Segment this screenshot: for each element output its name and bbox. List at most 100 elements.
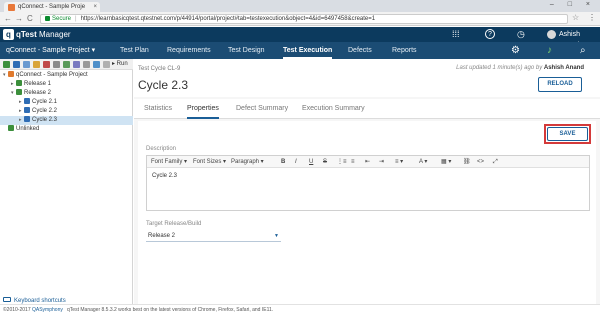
tree-node-label: Unlinked [16, 126, 40, 132]
paragraph-select[interactable]: Paragraph ▾ [231, 156, 264, 168]
qtest-favicon-icon [8, 4, 15, 11]
import-icon[interactable] [73, 61, 80, 68]
outdent-icon[interactable]: ⇤ [365, 156, 370, 168]
close-tab-icon[interactable]: × [93, 2, 97, 12]
tree-node-icon [24, 116, 30, 122]
font-sizes-select[interactable]: Font Sizes ▾ [193, 156, 226, 168]
font-family-select[interactable]: Font Family ▾ [151, 156, 187, 168]
tab-execution-summary[interactable]: Execution Summary [302, 99, 365, 119]
keyboard-shortcuts-link[interactable]: Keyboard shortcuts [3, 297, 66, 304]
strikethrough-button[interactable]: S [323, 156, 327, 168]
breadcrumb: Test Cycle CL-9 [138, 66, 181, 72]
reload-button[interactable]: RELOAD [538, 77, 582, 92]
paste-icon[interactable] [63, 61, 70, 68]
tab-defect-summary[interactable]: Defect Summary [236, 99, 288, 119]
tab-properties[interactable]: Properties [187, 99, 219, 119]
app-header: qqTest Manager ⁞⁞⁞ ? ◷ Ashish Anand [0, 27, 600, 49]
search-icon[interactable]: ⌕ [580, 44, 586, 57]
description-label: Description [146, 146, 177, 152]
gear-icon[interactable]: ⚙ [511, 44, 520, 57]
italic-button[interactable]: I [295, 156, 297, 168]
tree-node[interactable]: ▾ Release 2 [0, 89, 133, 98]
browser-tab[interactable]: qConnect - Sample Proje × [4, 2, 100, 12]
browser-tab-title: qConnect - Sample Proje [18, 4, 86, 10]
nav-test-execution[interactable]: Test Execution [283, 42, 333, 59]
footer-company-link[interactable]: QASymphony [32, 307, 63, 313]
qtest-logo[interactable]: q qTest Manager [3, 29, 71, 40]
last-updated-user[interactable]: Ashish Anand [544, 65, 584, 71]
bookmark-star-icon[interactable]: ☆ [572, 13, 579, 22]
browser-menu-icon[interactable]: ⋮ [588, 13, 596, 22]
forward-icon[interactable]: → [15, 14, 23, 24]
more-icon[interactable] [103, 61, 110, 68]
test-execution-tree-panel: ▸ Run ▾ qConnect - Sample Project ▸ Release… [0, 59, 133, 304]
save-button[interactable]: SAVE [547, 127, 588, 141]
notification-bell-icon[interactable]: ♪ [547, 44, 552, 57]
last-updated-text: Last updated 1 minute(s) ago by Ashish A… [456, 65, 584, 71]
help-icon[interactable]: ? [485, 29, 495, 39]
tree: ▾ qConnect - Sample Project ▸ Release 1 ▾ Rel… [0, 71, 133, 134]
table-icon[interactable]: ▦ ▾ [441, 156, 451, 168]
main-panel: Test Cycle CL-9 Cycle 2.3 Last updated 1… [134, 59, 600, 304]
code-view-icon[interactable]: <> [477, 156, 484, 168]
properties-form: SAVE Description Font Family ▾ Font Size… [138, 121, 596, 304]
tab-statistics[interactable]: Statistics [144, 99, 172, 119]
bullet-list-icon[interactable]: ≡ [351, 156, 355, 168]
new-release-icon[interactable] [3, 61, 10, 68]
text-color-icon[interactable]: A ▾ [419, 156, 427, 168]
underline-button[interactable]: U [309, 156, 313, 168]
filter-icon[interactable] [83, 61, 90, 68]
qtest-logo-icon: q [3, 29, 14, 40]
new-cycle-icon[interactable] [13, 61, 20, 68]
footer-browser-note: qTest Manager 8.5.3.2 works best on the … [67, 307, 274, 313]
apps-grid-icon[interactable]: ⁞⁞⁞ [452, 29, 460, 40]
avatar[interactable] [547, 30, 556, 39]
target-release-select[interactable]: Release 2 ▼ [146, 230, 281, 242]
edit-icon[interactable] [33, 61, 40, 68]
nav-test-design[interactable]: Test Design [228, 42, 265, 59]
align-select-icon[interactable]: ≡ ▾ [395, 156, 403, 168]
tree-node-label: Cycle 2.2 [32, 108, 58, 114]
nav-test-plan[interactable]: Test Plan [120, 42, 149, 59]
page-title: Cycle 2.3 [138, 78, 189, 92]
nav-defects[interactable]: Defects [348, 42, 372, 59]
tree-node[interactable]: ▸ Cycle 2.1 [0, 98, 133, 107]
tree-toolbar: ▸ Run [0, 59, 133, 70]
logo-product: Manager [38, 30, 71, 39]
copy-icon[interactable] [53, 61, 60, 68]
ordered-list-icon[interactable]: ⋮≡ [337, 156, 347, 168]
clock-icon[interactable]: ◷ [517, 29, 525, 40]
chevron-down-icon: ▼ [274, 233, 279, 239]
bold-button[interactable]: B [281, 156, 285, 168]
tree-node[interactable]: ▸ Release 1 [0, 80, 133, 89]
run-button[interactable]: ▸ Run [112, 59, 128, 70]
lock-icon [45, 16, 50, 21]
tree-node-icon [16, 89, 22, 95]
back-icon[interactable]: ← [4, 14, 12, 24]
nav-reports[interactable]: Reports [392, 42, 417, 59]
delete-icon[interactable] [43, 61, 50, 68]
project-selector[interactable]: qConnect - Sample Project ▾ [6, 42, 95, 59]
tree-node-icon [8, 71, 14, 77]
tree-node-label: Release 2 [24, 90, 52, 96]
nav-requirements[interactable]: Requirements [167, 42, 211, 59]
secure-label: Secure [52, 16, 72, 22]
indent-icon[interactable]: ⇥ [379, 156, 384, 168]
tree-node[interactable]: ▸ Cycle 2.3 [0, 116, 133, 125]
window-controls[interactable]: – □ × [550, 1, 596, 8]
description-editor[interactable]: Font Family ▾ Font Sizes ▾ Paragraph ▾ B… [146, 155, 590, 211]
cycle-header: Test Cycle CL-9 Cycle 2.3 Last updated 1… [134, 59, 600, 97]
url-field[interactable]: Secure | https://learnbasicqtest.qtestnet.… [40, 14, 568, 24]
tree-node[interactable]: Unlinked [0, 125, 133, 134]
url-separator: | [75, 16, 77, 22]
link-icon[interactable]: ⛓ [463, 156, 471, 168]
refresh-icon[interactable]: C [27, 14, 33, 24]
new-suite-icon[interactable] [23, 61, 30, 68]
refresh-tree-icon[interactable] [93, 61, 100, 68]
tree-node[interactable]: ▾ qConnect - Sample Project [0, 71, 133, 80]
fullscreen-icon[interactable]: ⤢ [493, 156, 498, 168]
last-updated-prefix: Last updated 1 minute(s) ago by [456, 65, 543, 71]
tree-node-icon [8, 125, 14, 131]
tree-node[interactable]: ▸ Cycle 2.2 [0, 107, 133, 116]
editor-toolbar: Font Family ▾ Font Sizes ▾ Paragraph ▾ B… [147, 156, 589, 168]
